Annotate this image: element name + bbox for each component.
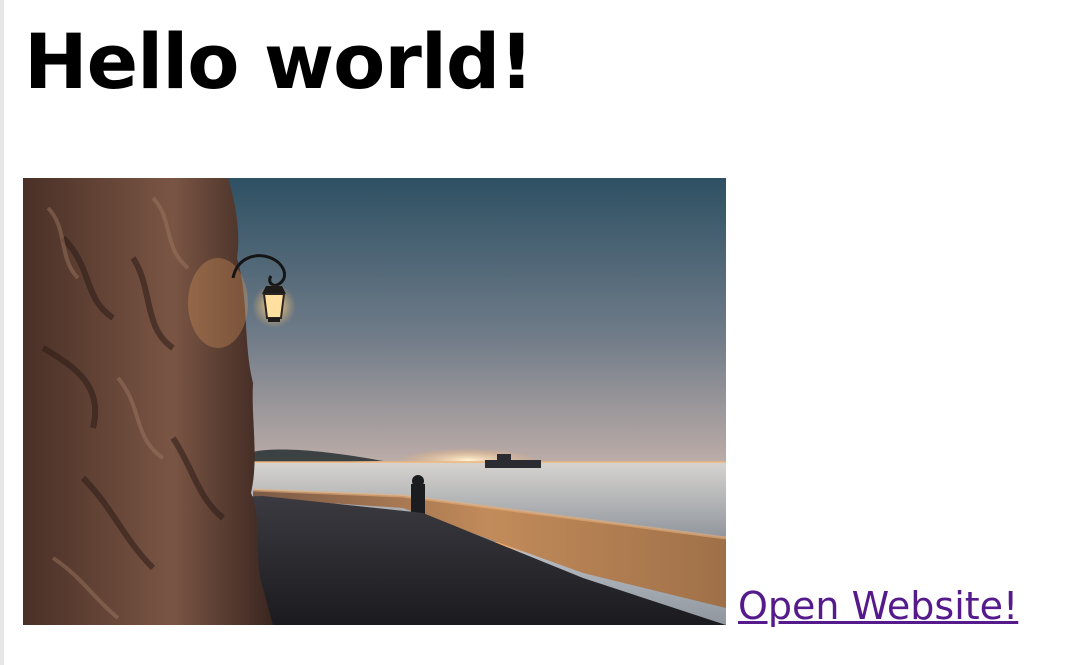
page-title: Hello world! bbox=[24, 17, 534, 106]
window-left-border bbox=[0, 0, 4, 665]
open-website-link[interactable]: Open Website! bbox=[738, 585, 1018, 628]
seaside-promenade-photo bbox=[23, 178, 726, 625]
